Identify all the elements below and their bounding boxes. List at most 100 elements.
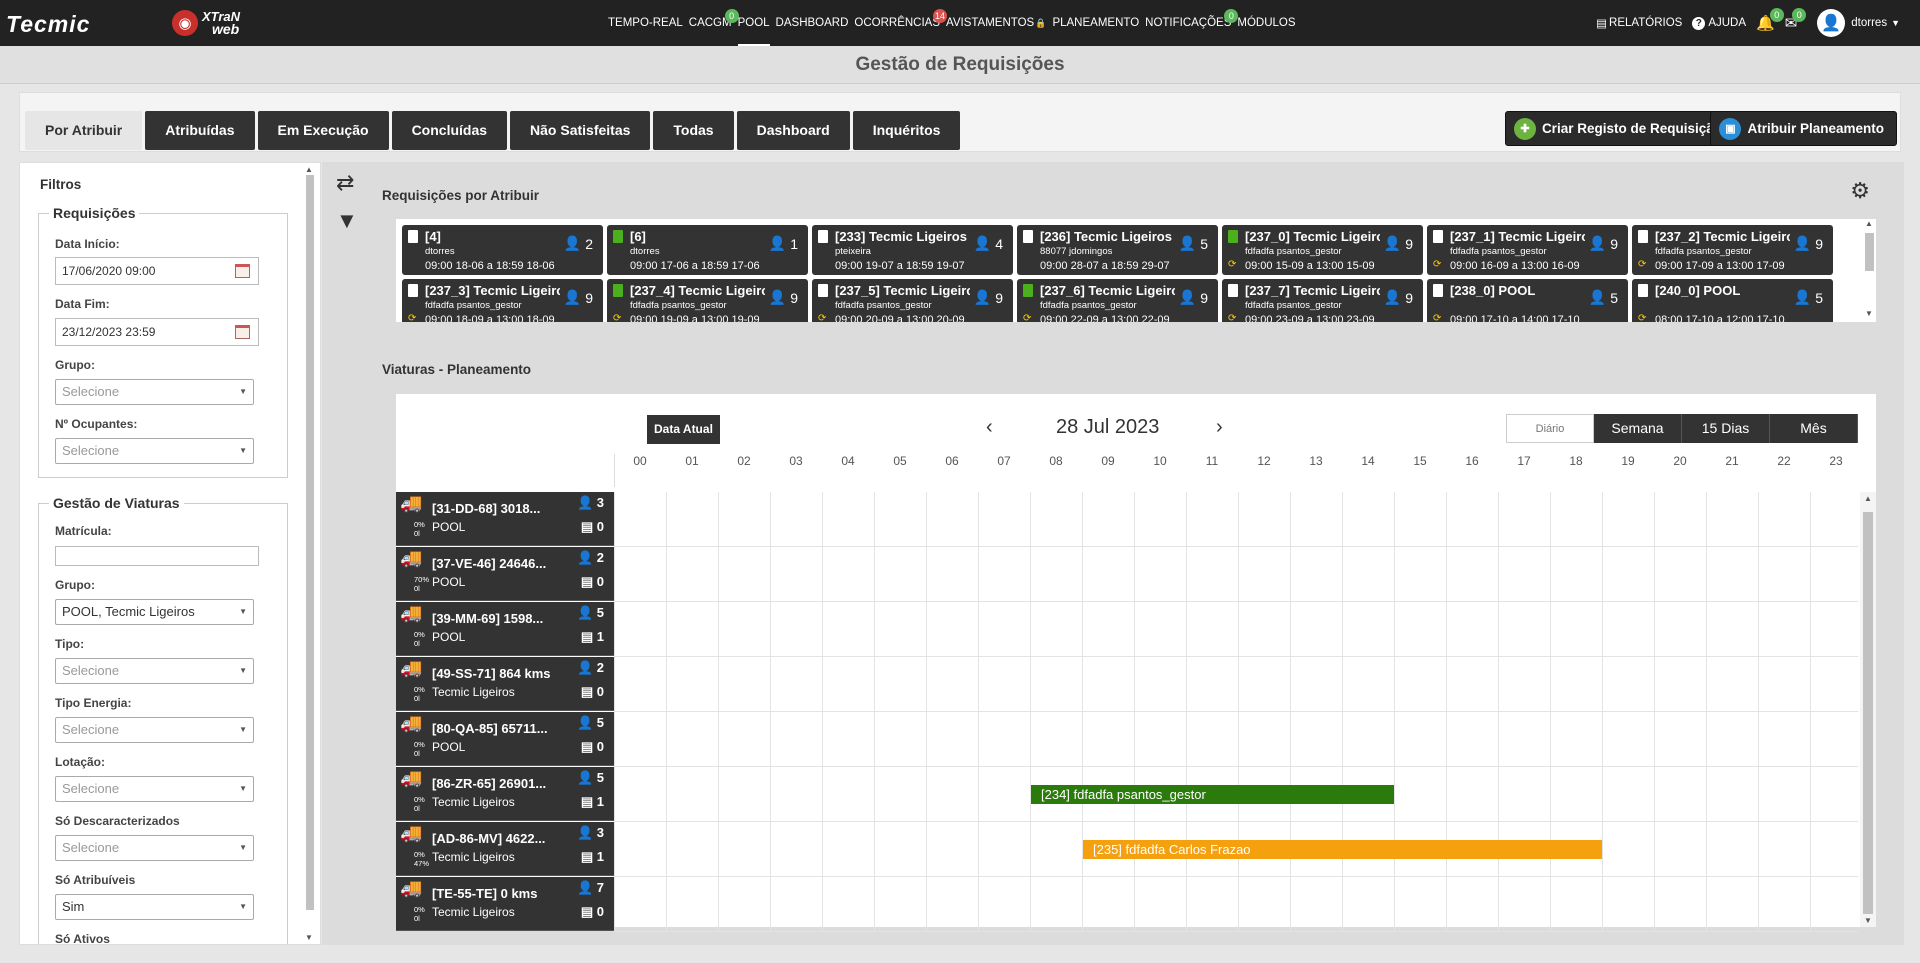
tab-5[interactable]: Todas <box>653 111 734 150</box>
vehicle-info[interactable]: 🚚 [TE-55-TE] 0 kms 0% 0l Tecmic Ligeiros 👤 7 ▤… <box>396 877 614 931</box>
request-card[interactable]: [6] dtorres 09:00 17-06 a 18:59 17-06 👤 1 <box>607 225 808 275</box>
scroll-thumb[interactable] <box>1863 512 1873 914</box>
swap-arrows-icon[interactable]: ⇄ <box>336 170 354 196</box>
messages-button[interactable]: ✉ 0 <box>1785 8 1807 32</box>
request-card[interactable]: [237_5] Tecmic Ligeiros fdfadfa psantos_g… <box>812 279 1013 322</box>
nav-avistamentos[interactable]: AVISTAMENTOS🔒 <box>946 0 1046 46</box>
timeline-grid[interactable] <box>614 877 1858 932</box>
scroll-thumb[interactable] <box>306 175 314 910</box>
view-1[interactable]: Semana <box>1594 414 1682 443</box>
vehicle-info[interactable]: 🚚 [AD-86-MV] 4622... 0% 47% Tecmic Ligeiros 👤… <box>396 822 614 876</box>
vehicle-group: Tecmic Ligeiros <box>432 795 515 809</box>
nav-cacgm[interactable]: CACGM 0 <box>689 0 739 46</box>
schedule-event[interactable]: [234] fdfadfa psantos_gestor <box>1031 785 1394 804</box>
request-card[interactable]: [233] Tecmic Ligeiros pteixeira 09:00 19-0… <box>812 225 1013 275</box>
nav-ocorrências[interactable]: OCORRÊNCIAS 14 <box>854 0 948 46</box>
tab-3[interactable]: Concluídas <box>391 111 508 150</box>
scroll-up-icon[interactable]: ▲ <box>1865 219 1873 228</box>
vehicle-info[interactable]: 🚚 [37-VE-46] 24646... 70% 0l POOL 👤 2 ▤ 0 <box>396 547 614 601</box>
nav-dashboard[interactable]: DASHBOARD <box>776 0 849 46</box>
request-card[interactable]: [237_6] Tecmic Ligeiros fdfadfa psantos_g… <box>1017 279 1218 322</box>
request-card[interactable]: [237_2] Tecmic Ligeiros fdfadfa psantos_g… <box>1632 225 1833 275</box>
calendar-icon[interactable] <box>235 325 250 339</box>
request-card[interactable]: [237_4] Tecmic Ligeiros fdfadfa psantos_g… <box>607 279 808 322</box>
request-time: 09:00 19-09 a 13:00 19-09 <box>630 314 760 322</box>
timeline-grid[interactable] <box>614 492 1858 547</box>
vehicle-info[interactable]: 🚚 [86-ZR-65] 26901... 0% 0l Tecmic Ligeiros 👤… <box>396 767 614 821</box>
end-date-input[interactable]: 23/12/2023 23:59 <box>55 318 259 346</box>
user-menu[interactable]: 👤 dtorres ▼ <box>1817 9 1900 37</box>
vehicle-group-select[interactable]: POOL, Tecmic Ligeiros ▼ <box>55 599 254 625</box>
timeline-grid[interactable] <box>614 547 1858 602</box>
scroll-up-icon[interactable]: ▲ <box>305 165 313 174</box>
nav-notificações[interactable]: NOTIFICAÇÕES 0 <box>1145 0 1239 46</box>
help-link[interactable]: ? AJUDA <box>1692 16 1746 30</box>
request-card[interactable]: [4] dtorres 09:00 18-06 a 18:59 18-06 👤 2 <box>402 225 603 275</box>
request-card[interactable]: [240_0] POOL ⟳ 08:00 17-10 a 12:00 17-10 👤 5 <box>1632 279 1833 322</box>
request-card[interactable]: [238_0] POOL ⟳ 09:00 17-10 a 14:00 17-10 👤 5 <box>1427 279 1628 322</box>
unmarked-select[interactable]: Selecione ▼ <box>55 835 254 861</box>
occupants-select[interactable]: Selecione ▼ <box>55 438 254 464</box>
tab-1[interactable]: Atribuídas <box>145 111 255 150</box>
occupant-count: 9 <box>995 289 1003 306</box>
reports-link[interactable]: ▤ RELATÓRIOS <box>1596 16 1682 30</box>
vehicle-info[interactable]: 🚚 [39-MM-69] 1598... 0% 0l POOL 👤 5 ▤ 1 <box>396 602 614 656</box>
gears-icon[interactable]: ⚙ <box>1850 178 1870 204</box>
scroll-thumb[interactable] <box>1865 233 1874 271</box>
scroll-up-icon[interactable]: ▲ <box>1864 494 1872 503</box>
request-card[interactable]: [237_0] Tecmic Ligeiros fdfadfa psantos_g… <box>1222 225 1423 275</box>
chevron-right-icon[interactable]: › <box>1216 416 1223 439</box>
vehicle-info[interactable]: 🚚 [49-SS-71] 864 kms 0% 0l Tecmic Ligeiros 👤 … <box>396 657 614 711</box>
assignable-select[interactable]: Sim ▼ <box>55 894 254 920</box>
calendar-icon[interactable] <box>235 264 250 278</box>
scroll-down-icon[interactable]: ▼ <box>1865 309 1873 318</box>
timeline-grid[interactable] <box>614 657 1858 712</box>
create-request-button[interactable]: ✚ Criar Registo de Requisição <box>1504 111 1735 146</box>
request-card[interactable]: [237_3] Tecmic Ligeiros fdfadfa psantos_g… <box>402 279 603 322</box>
schedule-event[interactable]: [235] fdfadfa Carlos Frazao <box>1083 840 1602 859</box>
nav-tempo-real[interactable]: TEMPO-REAL <box>608 0 683 46</box>
tab-2[interactable]: Em Execução <box>257 111 389 150</box>
request-group-select[interactable]: Selecione ▼ <box>55 379 254 405</box>
tab-7[interactable]: Inquéritos <box>852 111 961 150</box>
tab-4[interactable]: Não Satisfeitas <box>510 111 651 150</box>
vehicle-info[interactable]: 🚚 [80-QA-85] 65711... 0% 0l POOL 👤 5 ▤ 0 <box>396 712 614 766</box>
vehicle-requests: ▤ 0 <box>581 904 604 920</box>
capacity-select[interactable]: Selecione ▼ <box>55 776 254 802</box>
view-3[interactable]: Mês <box>1770 414 1858 443</box>
tab-6[interactable]: Dashboard <box>736 111 850 150</box>
request-occupants: 👤 1 <box>769 235 798 252</box>
scroll-down-icon[interactable]: ▼ <box>1864 916 1872 925</box>
energy-select[interactable]: Selecione ▼ <box>55 717 254 743</box>
filter-icon[interactable]: ▼ <box>336 208 358 234</box>
request-time: 09:00 23-09 a 13:00 23-09 <box>1245 314 1375 322</box>
timeline-grid[interactable] <box>614 712 1858 767</box>
assign-planning-button[interactable]: ▣ Atribuir Planeamento <box>1710 111 1897 146</box>
filters-scrollbar[interactable]: ▲ ▼ <box>304 165 316 944</box>
nav-pool[interactable]: POOL <box>737 0 770 46</box>
view-0[interactable]: Diário <box>1506 414 1594 443</box>
scroll-down-icon[interactable]: ▼ <box>305 933 313 942</box>
start-date-input[interactable]: 17/06/2020 09:00 <box>55 257 259 285</box>
nav-planeamento[interactable]: PLANEAMENTO <box>1052 0 1139 46</box>
nav-módulos[interactable]: MÓDULOS <box>1237 0 1295 46</box>
today-button[interactable]: Data Atual <box>647 415 720 444</box>
view-2[interactable]: 15 Dias <box>1682 414 1770 443</box>
planning-scrollbar[interactable]: ▲ ▼ <box>1860 492 1876 927</box>
type-select[interactable]: Selecione ▼ <box>55 658 254 684</box>
chevron-left-icon[interactable]: ‹ <box>986 416 993 439</box>
vehicle-group-label: Grupo: <box>55 578 95 592</box>
request-card[interactable]: [236] Tecmic Ligeiros 88077 jdomingos 09:0… <box>1017 225 1218 275</box>
notifications-button[interactable]: 🔔 0 <box>1756 8 1784 32</box>
xtran-web-logo[interactable]: ◉ XTraN web <box>172 10 240 36</box>
request-card[interactable]: [237_7] Tecmic Ligeiros fdfadfa psantos_g… <box>1222 279 1423 322</box>
requests-scrollbar[interactable]: ▲ ▼ <box>1862 219 1876 322</box>
tab-0[interactable]: Por Atribuir <box>25 111 143 150</box>
tecmic-logo[interactable]: Tecmic <box>6 11 90 38</box>
request-title: [237_6] Tecmic Ligeiros <box>1040 283 1175 298</box>
hour-label: 05 <box>893 454 907 468</box>
request-card[interactable]: [237_1] Tecmic Ligeiros fdfadfa psantos_g… <box>1427 225 1628 275</box>
vehicle-info[interactable]: 🚚 [31-DD-68] 3018... 0% 0l POOL 👤 3 ▤ 0 <box>396 492 614 546</box>
timeline-grid[interactable] <box>614 602 1858 657</box>
plate-input[interactable] <box>55 546 259 566</box>
